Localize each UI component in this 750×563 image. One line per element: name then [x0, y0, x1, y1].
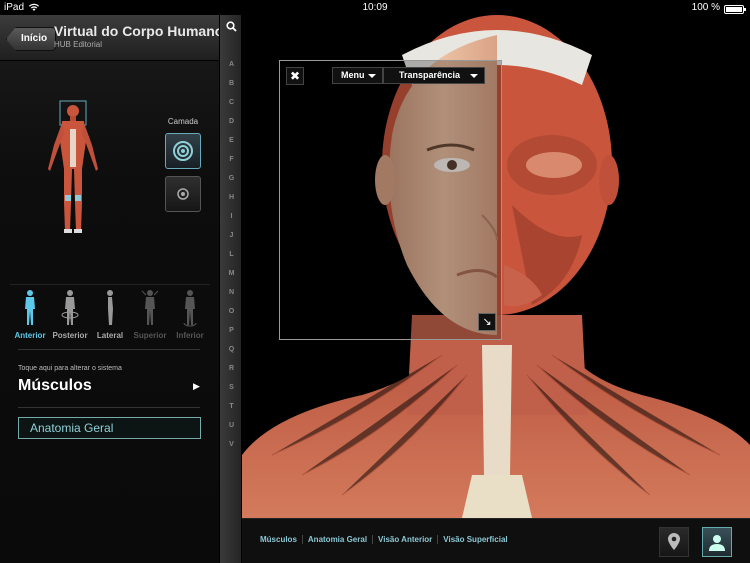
status-bar: iPad 10:09 100 %: [0, 0, 750, 15]
layer-label: Camada: [167, 117, 199, 126]
layer-deep-button[interactable]: [165, 133, 201, 169]
alphabet-letter[interactable]: M: [220, 264, 243, 283]
breadcrumb-item[interactable]: Anatomia Geral: [303, 535, 374, 544]
alphabet-letter[interactable]: S: [220, 378, 243, 397]
view-inferior-label: Inferior: [176, 331, 204, 340]
pin-button[interactable]: [659, 527, 689, 557]
breadcrumb-item[interactable]: Visão Anterior: [373, 535, 439, 544]
app-title: Virtual do Corpo Humano: [54, 23, 224, 39]
system-selector[interactable]: Músculos: [18, 377, 92, 395]
battery-percent: 100 %: [691, 2, 720, 13]
alphabet-letter[interactable]: I: [220, 207, 243, 226]
alphabet-letter[interactable]: J: [220, 226, 243, 245]
figure-top-icon: [141, 290, 159, 325]
figure-side-icon: [107, 290, 113, 325]
view-superior[interactable]: Superior: [130, 285, 170, 346]
chevron-down-icon: [368, 74, 376, 78]
transparency-dropdown[interactable]: Transparência: [383, 67, 485, 84]
figure-back-icon: [61, 290, 79, 325]
view-superior-label: Superior: [133, 331, 167, 340]
search-icon[interactable]: [220, 21, 243, 35]
view-inferior[interactable]: Inferior: [170, 285, 210, 346]
body-thumbnail[interactable]: [40, 99, 106, 239]
figure-bottom-icon: [183, 290, 197, 327]
alphabet-letter[interactable]: T: [220, 397, 243, 416]
view-anterior-label: Anterior: [14, 331, 46, 340]
breadcrumb-item[interactable]: Músculos: [256, 535, 303, 544]
transparency-overlay[interactable]: [279, 60, 502, 340]
alphabet-letter[interactable]: G: [220, 169, 243, 188]
system-hint: Toque aqui para alterar o sistema: [18, 365, 122, 372]
menu-label: Menu: [341, 70, 365, 80]
alphabet-letter[interactable]: R: [220, 359, 243, 378]
alphabet-index: ABCDEFGHIJLMNOPQRSTUV: [219, 15, 242, 563]
alphabet-letter[interactable]: B: [220, 74, 243, 93]
view-posterior[interactable]: Posterior: [50, 285, 90, 346]
anatomy-general-button[interactable]: Anatomia Geral: [18, 417, 201, 439]
divider: [18, 407, 200, 408]
view-lateral[interactable]: Lateral: [90, 285, 130, 346]
resize-handle-icon[interactable]: ↘: [478, 313, 496, 331]
alphabet-letter[interactable]: E: [220, 131, 243, 150]
close-icon[interactable]: ✖: [286, 67, 304, 85]
alphabet-letter[interactable]: F: [220, 150, 243, 169]
alphabet-letter[interactable]: A: [220, 55, 243, 74]
figure-front-icon: [25, 290, 35, 325]
bottom-bar: Músculos Anatomia Geral Visão Anterior V…: [242, 518, 750, 563]
back-button[interactable]: Início: [6, 27, 57, 51]
alphabet-letter[interactable]: U: [220, 416, 243, 435]
left-panel: Início Virtual do Corpo Humano HUB Edito…: [0, 15, 223, 563]
breadcrumb-item[interactable]: Visão Superficial: [438, 535, 512, 544]
alphabet-letter[interactable]: N: [220, 283, 243, 302]
view-posterior-label: Posterior: [52, 331, 88, 340]
dot-circle-icon: [177, 188, 189, 200]
breadcrumb: Músculos Anatomia Geral Visão Anterior V…: [256, 535, 513, 544]
transparency-label: Transparência: [399, 70, 461, 80]
chevron-down-icon: [470, 74, 478, 78]
target-icon: [173, 141, 193, 161]
alphabet-letters: ABCDEFGHIJLMNOPQRSTUV: [220, 55, 243, 454]
map-pin-icon: [668, 533, 680, 550]
alphabet-letter[interactable]: V: [220, 435, 243, 454]
view-selector: Anterior Posterior Lateral Superior Infe…: [10, 284, 210, 346]
view-anterior[interactable]: Anterior: [10, 285, 50, 346]
view-lateral-label: Lateral: [96, 331, 124, 340]
menu-dropdown[interactable]: Menu: [332, 67, 383, 84]
person-icon: [709, 535, 725, 551]
layer-surface-button[interactable]: [165, 176, 201, 212]
app-subtitle: HUB Editorial: [54, 40, 103, 49]
battery-icon: [724, 4, 746, 14]
profile-button[interactable]: [702, 527, 732, 557]
alphabet-letter[interactable]: O: [220, 302, 243, 321]
divider: [18, 349, 200, 350]
chevron-right-icon[interactable]: ▶: [193, 381, 200, 392]
alphabet-letter[interactable]: L: [220, 245, 243, 264]
alphabet-letter[interactable]: Q: [220, 340, 243, 359]
alphabet-letter[interactable]: P: [220, 321, 243, 340]
alphabet-letter[interactable]: D: [220, 112, 243, 131]
alphabet-letter[interactable]: C: [220, 93, 243, 112]
app-header: Início Virtual do Corpo Humano HUB Edito…: [0, 15, 223, 61]
alphabet-letter[interactable]: H: [220, 188, 243, 207]
clock: 10:09: [362, 2, 388, 13]
